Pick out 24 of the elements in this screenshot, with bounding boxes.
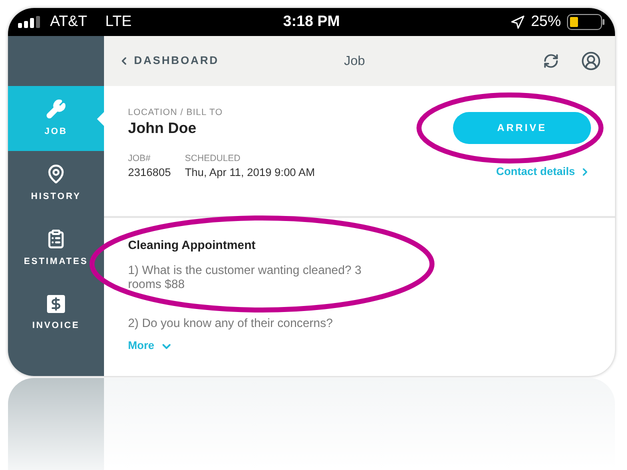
notes-title: Cleaning Appointment <box>128 237 257 254</box>
sync-icon[interactable] <box>543 53 559 69</box>
note-text: 2) Do you know any of their concerns? <box>128 316 334 330</box>
wrench-icon <box>46 98 66 119</box>
field-label: SCHEDULED <box>184 152 242 164</box>
location-arrow-icon <box>510 14 525 30</box>
customer-name: John Doe <box>128 120 198 138</box>
clock: 3:18 PM <box>282 12 341 32</box>
profile-icon[interactable] <box>581 51 601 71</box>
active-pointer-icon <box>97 112 104 126</box>
dollar-receipt-icon <box>47 294 65 313</box>
clipboard-icon <box>46 228 66 249</box>
map-pin-icon <box>46 164 66 184</box>
scheduled-date: Thu, Apr 11, 2019 9:00 AM <box>184 166 315 181</box>
field-label: JOB# <box>128 152 152 164</box>
carrier-label: AT&T <box>50 12 88 32</box>
field-label: LOCATION / BILL TO <box>128 106 224 119</box>
job-number: 2316805 <box>128 166 171 181</box>
battery-icon <box>567 14 605 30</box>
network-label: LTE <box>105 12 132 32</box>
page-title: Job <box>344 52 365 70</box>
battery-percent: 25% <box>530 12 561 32</box>
note-text: 1) What is the customer wanting cleaned? 3 rooms $88 <box>128 263 362 291</box>
back-link[interactable]: DASHBOARD <box>118 52 219 70</box>
